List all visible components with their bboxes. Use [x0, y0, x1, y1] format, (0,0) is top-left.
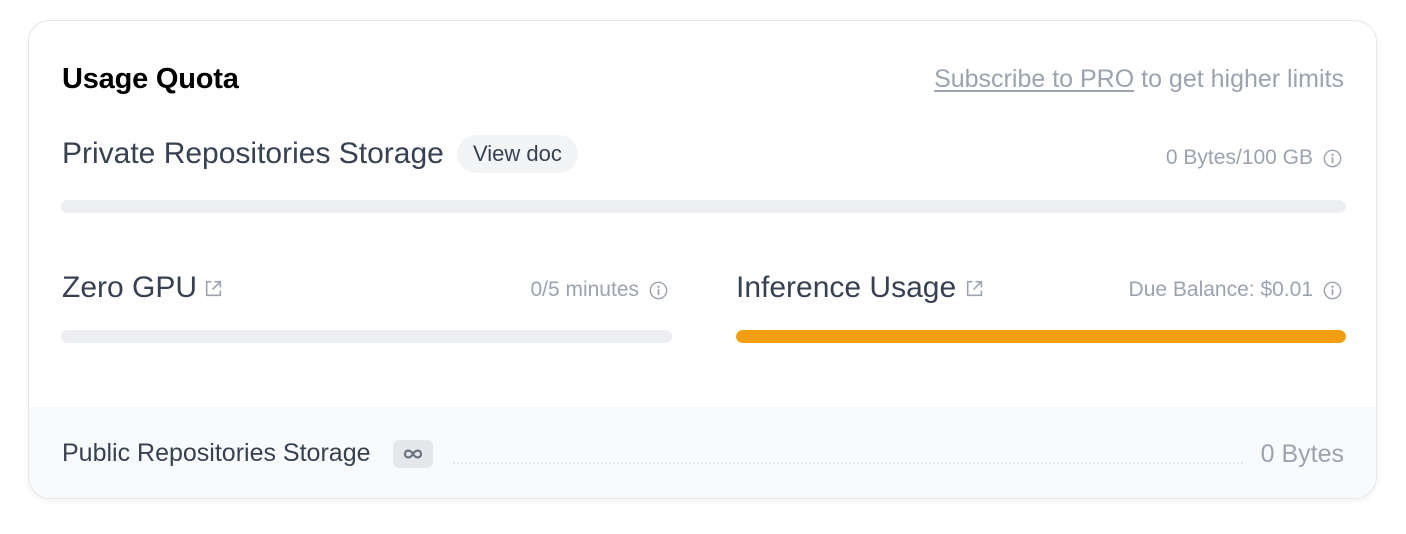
promo-suffix: to get higher limits [1134, 65, 1344, 93]
inference-usage-balance: Due Balance: $0.01 [1129, 278, 1342, 302]
public-storage-label: Public Repositories Storage [62, 439, 371, 467]
private-storage-progress-bar [61, 200, 1346, 213]
inference-usage-progress-fill [736, 330, 1346, 343]
view-doc-button[interactable]: View doc [457, 135, 578, 173]
zero-gpu-progress-bar [61, 330, 672, 343]
info-icon[interactable] [1323, 281, 1342, 300]
external-link-icon[interactable] [964, 278, 985, 299]
inference-usage-title: Inference Usage [736, 271, 957, 304]
infinity-icon [403, 449, 423, 459]
inference-usage-balance-text: Due Balance: $0.01 [1128, 278, 1313, 301]
zero-gpu-usage-text: 0/5 minutes [530, 278, 639, 301]
private-storage-usage-text: 0 Bytes/100 GB [1165, 146, 1313, 169]
private-storage-usage: 0 Bytes/100 GB [1166, 146, 1342, 170]
dotted-leader [453, 462, 1243, 464]
inference-usage-progress-bar [736, 330, 1346, 343]
subscribe-pro-link[interactable]: Subscribe to PRO [934, 65, 1134, 93]
info-icon[interactable] [1323, 149, 1342, 168]
usage-quota-card: Usage Quota Subscribe to PRO to get high… [28, 20, 1377, 499]
unlimited-badge [393, 440, 433, 468]
card-title: Usage Quota [62, 63, 239, 95]
zero-gpu-usage: 0/5 minutes [530, 278, 668, 302]
private-storage-title: Private Repositories Storage [62, 137, 444, 170]
info-icon[interactable] [649, 281, 668, 300]
subscribe-promo: Subscribe to PRO to get higher limits [934, 65, 1344, 94]
external-link-icon[interactable] [203, 278, 224, 299]
zero-gpu-title: Zero GPU [62, 271, 198, 304]
public-storage-value: 0 Bytes [1260, 440, 1344, 468]
